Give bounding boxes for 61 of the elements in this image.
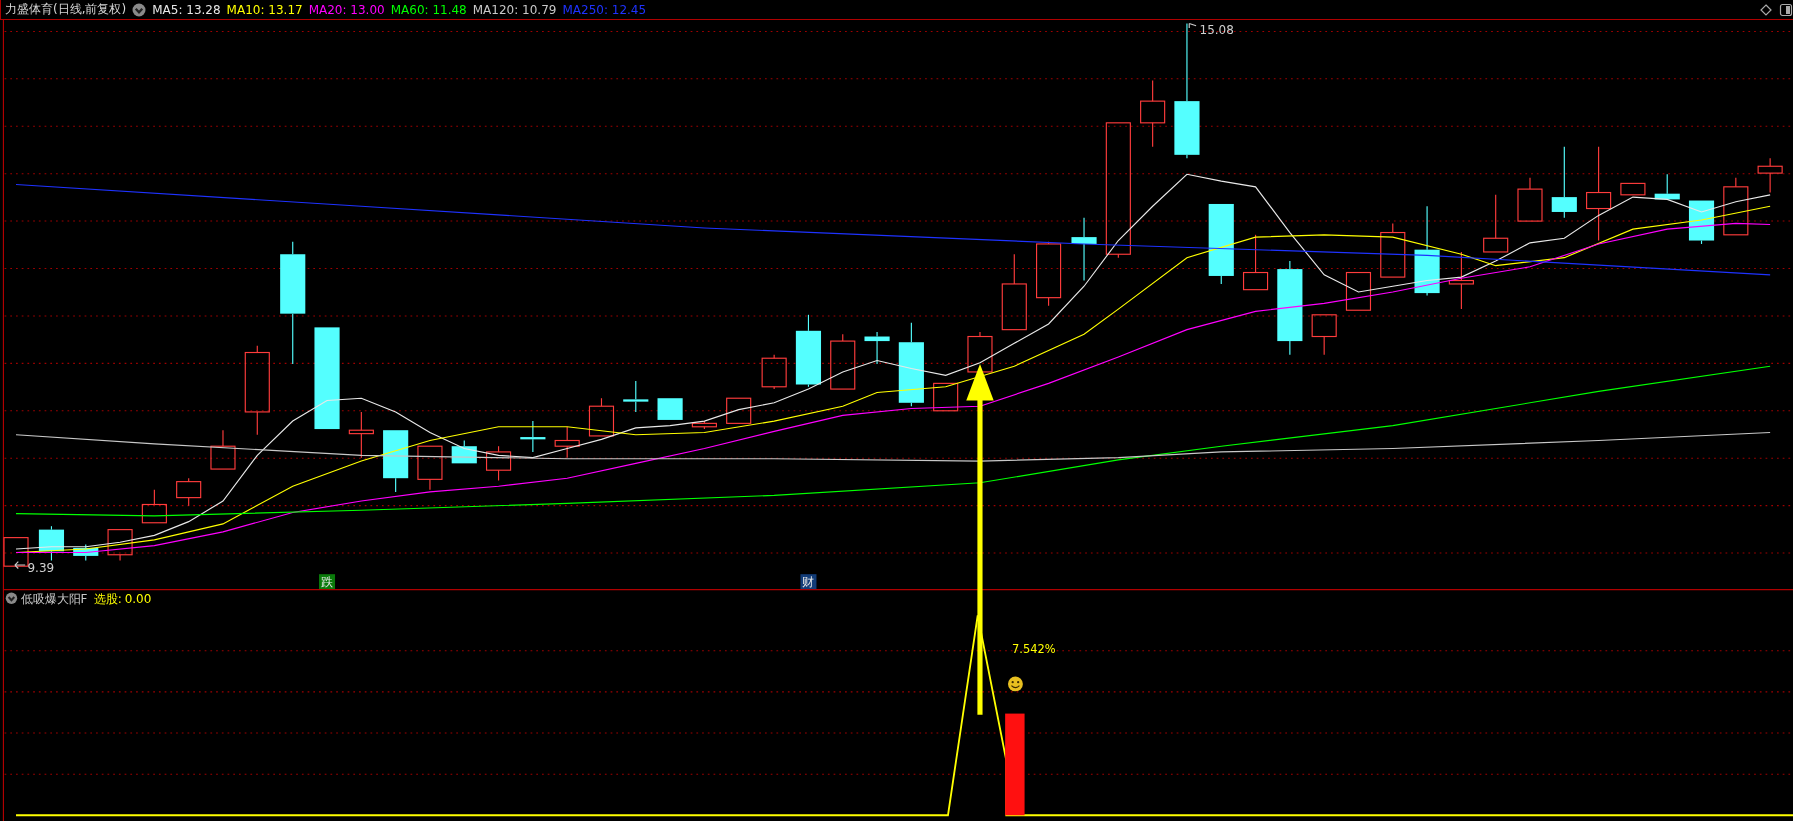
candlestick bbox=[1243, 234, 1269, 291]
candlestick bbox=[1620, 182, 1646, 196]
moving-average-value: MA10: 13.17 bbox=[226, 2, 303, 17]
dropdown-icon[interactable] bbox=[132, 3, 146, 16]
candlestick bbox=[1311, 314, 1337, 356]
event-marker[interactable]: 跌 bbox=[319, 574, 336, 590]
price-label: 15.08 bbox=[1199, 22, 1234, 37]
stock-title: 力盛体育(日线,前复权) bbox=[5, 1, 127, 18]
candlestick bbox=[1723, 177, 1749, 236]
candlestick bbox=[864, 331, 890, 365]
leader-line bbox=[14, 561, 26, 570]
panel-icon[interactable] bbox=[1779, 2, 1793, 17]
candlestick bbox=[141, 489, 167, 524]
signal-label: 选股: bbox=[93, 591, 122, 606]
candlestick bbox=[1654, 173, 1680, 200]
candlestick bbox=[1345, 271, 1372, 311]
diamond-icon[interactable] bbox=[1759, 2, 1773, 17]
candlestick bbox=[1688, 200, 1715, 245]
dropdown-icon[interactable] bbox=[5, 592, 18, 604]
event-marker[interactable]: 财 bbox=[800, 574, 817, 590]
moving-average-value: MA60: 11.48 bbox=[390, 2, 467, 17]
moving-average-value: MA20: 13.00 bbox=[308, 2, 385, 17]
candlestick bbox=[830, 333, 856, 390]
candlestick bbox=[1757, 157, 1783, 194]
candlestick bbox=[210, 429, 236, 470]
candlestick bbox=[588, 397, 615, 437]
candlestick bbox=[3, 537, 29, 567]
candlestick bbox=[520, 420, 546, 453]
candlestick bbox=[1517, 177, 1543, 222]
moving-average-value: MA250: 12.45 bbox=[562, 2, 647, 17]
candlestick bbox=[417, 445, 443, 491]
moving-average-value: MA120: 10.79 bbox=[472, 2, 557, 17]
candlestick bbox=[486, 445, 512, 482]
candlestick bbox=[107, 529, 133, 562]
candlestick bbox=[1036, 241, 1062, 307]
candlestick bbox=[176, 477, 202, 507]
candlestick bbox=[554, 426, 580, 459]
moving-average-value: MA5: 13.28 bbox=[152, 2, 221, 17]
candlestick bbox=[1380, 222, 1406, 278]
smiley-icon bbox=[1008, 676, 1023, 692]
candlestick bbox=[73, 543, 99, 562]
candlestick bbox=[657, 398, 683, 420]
signal-value: 0.00 bbox=[124, 591, 152, 606]
candlestick bbox=[1483, 194, 1509, 253]
indicator-name: 低吸爆大阳F bbox=[20, 591, 88, 606]
candlestick bbox=[623, 380, 649, 413]
candlestick bbox=[761, 354, 787, 390]
candlestick bbox=[691, 420, 717, 430]
candlestick bbox=[1140, 80, 1166, 148]
candlestick bbox=[451, 439, 477, 464]
candlestick bbox=[348, 411, 374, 459]
candlestick bbox=[383, 430, 409, 493]
candlestick bbox=[726, 397, 752, 424]
gain-label: 7.542% bbox=[1012, 642, 1056, 657]
candlestick bbox=[1071, 217, 1097, 282]
candlestick bbox=[38, 525, 65, 562]
candlestick bbox=[933, 382, 959, 412]
candlestick bbox=[1448, 251, 1474, 310]
candlestick bbox=[967, 331, 993, 373]
leader-line bbox=[1188, 22, 1197, 29]
price-label: 9.39 bbox=[27, 560, 55, 575]
